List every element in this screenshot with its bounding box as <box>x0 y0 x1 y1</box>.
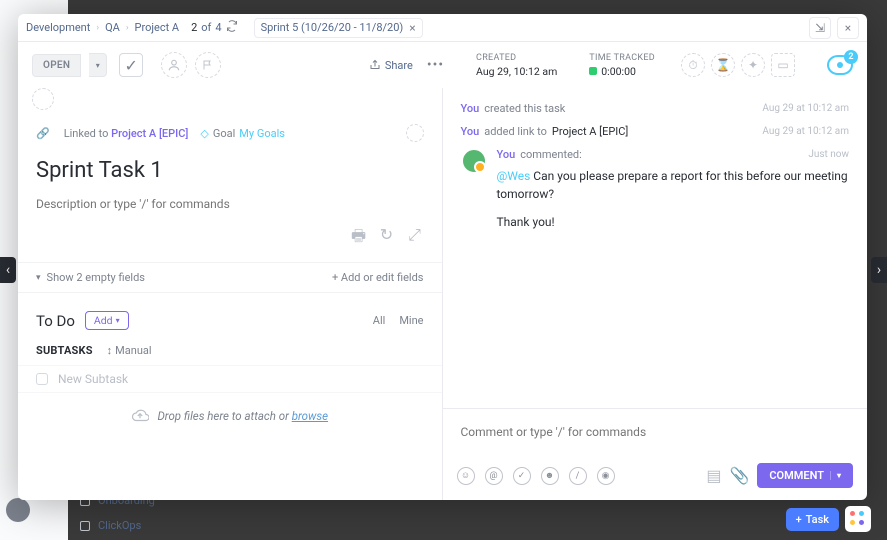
pager-current: 2 <box>191 21 197 34</box>
attach-icon[interactable]: 📎 <box>729 466 749 485</box>
activity-item: You added link to Project A [EPIC] Aug 2… <box>461 125 850 138</box>
at-icon[interactable]: @ <box>485 467 503 485</box>
more-menu-icon[interactable]: ••• <box>427 57 444 73</box>
minimize-icon[interactable]: ⇲ <box>809 17 831 39</box>
comment-button[interactable]: COMMENT▾ <box>757 463 853 488</box>
sort-manual[interactable]: ↕ Manual <box>107 344 152 357</box>
time-tracked-label: TIME TRACKED <box>589 53 655 63</box>
apps-grid-icon[interactable] <box>845 506 871 532</box>
mention-person-icon[interactable]: ☺ <box>457 467 475 485</box>
breadcrumb: Development › QA › Project A <box>26 21 179 34</box>
tag-add-icon[interactable] <box>32 88 54 110</box>
chevron-down-icon[interactable]: ▾ <box>36 273 41 283</box>
budget-icon[interactable]: ▭ <box>771 53 795 77</box>
share-button[interactable]: Share <box>369 59 413 72</box>
attachment-dropzone[interactable]: Drop files here to attach or browse <box>18 393 442 439</box>
due-date-icon[interactable]: ⌛ <box>711 53 735 77</box>
sprint-chip[interactable]: Sprint 5 (10/26/20 - 11/8/20) × <box>254 18 423 38</box>
add-edit-fields-link[interactable]: + Add or edit fields <box>332 271 424 284</box>
refresh-icon[interactable] <box>226 20 238 35</box>
complete-checkbox[interactable]: ✓ <box>119 53 143 77</box>
show-fields-toggle[interactable]: Show 2 empty fields <box>47 271 145 284</box>
add-relationship-icon[interactable] <box>406 124 424 142</box>
crumb-qa[interactable]: QA <box>105 21 120 34</box>
browse-link[interactable]: browse <box>292 409 328 423</box>
priority-flag-icon[interactable] <box>195 52 221 78</box>
history-icon[interactable]: ↻ <box>378 225 396 252</box>
tab-mine[interactable]: Mine <box>399 314 423 327</box>
close-icon[interactable]: × <box>837 17 859 39</box>
linked-epic-link[interactable]: Project A [EPIC] <box>111 127 188 140</box>
expand-icon[interactable]: ⤢ <box>406 225 424 252</box>
assignee-add-icon[interactable] <box>161 52 187 78</box>
goal-link[interactable]: My Goals <box>239 127 285 140</box>
status-caret[interactable]: ▾ <box>89 53 107 77</box>
close-icon[interactable]: × <box>409 21 415 35</box>
link-icon: 🔗 <box>36 127 50 140</box>
assign-comment-icon[interactable]: ✓ <box>513 467 531 485</box>
emoji-icon[interactable]: ☻ <box>541 467 559 485</box>
status-button[interactable]: OPEN <box>32 54 81 77</box>
avatar <box>461 148 487 174</box>
activity-item: You created this task Aug 29 at 10:12 am <box>461 102 850 115</box>
print-icon[interactable]: 🖶 <box>350 225 368 252</box>
created-value: Aug 29, 10:12 am <box>476 65 557 78</box>
crumb-project[interactable]: Project A <box>135 21 180 34</box>
crumb-development[interactable]: Development <box>26 21 90 34</box>
comment-input[interactable] <box>443 409 868 455</box>
todo-heading: To Do <box>36 312 75 330</box>
created-label: CREATED <box>476 53 557 63</box>
next-task-arrow[interactable]: › <box>871 257 887 283</box>
start-date-icon[interactable]: ⏱ <box>681 53 705 77</box>
task-title[interactable]: Sprint Task 1 <box>18 144 442 189</box>
new-task-button[interactable]: + Task <box>786 508 839 531</box>
task-modal: Development › QA › Project A 2 of 4 Spri… <box>18 14 867 500</box>
description-input[interactable] <box>18 189 442 219</box>
prev-task-arrow[interactable]: ‹ <box>0 257 16 283</box>
watchers-button[interactable]: 2 <box>827 55 853 75</box>
template-icon[interactable]: ▤ <box>706 466 721 485</box>
goal-icon: ◇ <box>200 127 208 140</box>
activity-link[interactable]: Project A [EPIC] <box>552 125 628 138</box>
new-subtask-input[interactable]: New Subtask <box>18 365 442 393</box>
mention-link[interactable]: @Wes <box>497 169 531 183</box>
comment-item: You commented: Just now @Wes Can you ple… <box>461 148 850 231</box>
add-todo-button[interactable]: Add▾ <box>85 311 129 330</box>
subtasks-heading: SUBTASKS <box>36 344 93 357</box>
time-tracked-value[interactable]: 0:00:00 <box>589 65 655 78</box>
avatar <box>6 498 30 522</box>
points-icon[interactable]: ✦ <box>741 53 765 77</box>
slash-command-icon[interactable]: / <box>569 467 587 485</box>
record-icon[interactable]: ◉ <box>597 467 615 485</box>
tab-all[interactable]: All <box>373 314 386 327</box>
